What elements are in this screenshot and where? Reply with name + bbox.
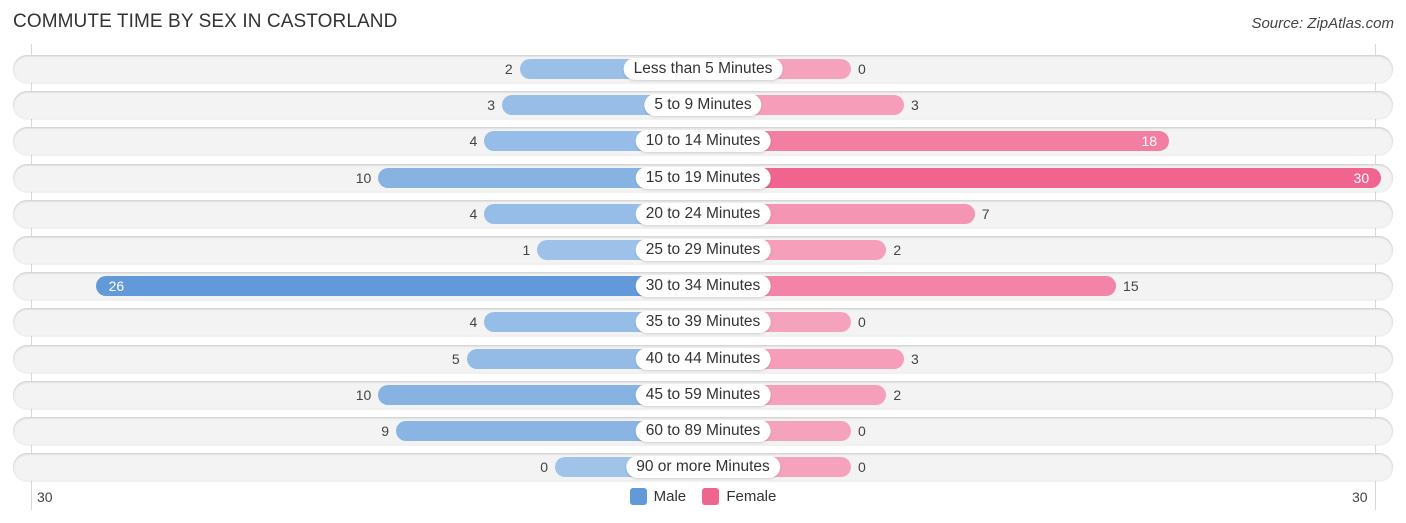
value-label-female: 2 (893, 386, 902, 403)
value-label-female: 18 (1141, 133, 1158, 150)
value-label-male: 4 (469, 314, 478, 331)
value-label-male: 0 (540, 459, 548, 476)
bar-male[interactable] (95, 276, 703, 297)
value-label-male: 2 (504, 61, 513, 77)
value-label-female: 3 (911, 97, 919, 114)
category-label: 35 to 39 Minutes (635, 311, 771, 334)
legend: Male Female (0, 488, 1406, 509)
category-label: 40 to 44 Minutes (635, 347, 771, 370)
value-label-male: 1 (522, 242, 531, 258)
category-label: 10 to 14 Minutes (635, 130, 771, 153)
value-label-male: 4 (469, 133, 478, 150)
source-label: Source: ZipAtlas.com (1251, 15, 1394, 32)
category-label: 5 to 9 Minutes (644, 94, 762, 117)
legend-label-male: Male (653, 488, 687, 505)
category-label: 60 to 89 Minutes (635, 420, 771, 442)
value-label-female: 0 (858, 459, 866, 476)
value-label-female: 0 (858, 423, 866, 439)
category-label: Less than 5 Minutes (623, 58, 783, 80)
value-label-male: 5 (451, 350, 460, 367)
category-label: 45 to 59 Minutes (635, 383, 771, 406)
value-label-male: 10 (355, 386, 372, 403)
category-label: 30 to 34 Minutes (635, 275, 771, 298)
category-label: 20 to 24 Minutes (635, 202, 771, 225)
value-label-female: 2 (893, 242, 902, 258)
legend-item-male[interactable]: Male (629, 488, 687, 505)
bar-female[interactable] (703, 131, 1170, 152)
chart-title: COMMUTE TIME BY SEX IN CASTORLAND (13, 11, 398, 32)
legend-swatch-female (702, 488, 720, 505)
value-label-male: 4 (469, 205, 478, 222)
value-label-female: 7 (981, 205, 990, 222)
legend-swatch-male (629, 488, 647, 505)
category-label: 25 to 29 Minutes (635, 239, 771, 261)
category-label: 15 to 19 Minutes (635, 166, 771, 189)
value-label-female: 0 (858, 61, 866, 77)
value-label-male: 26 (108, 278, 125, 295)
legend-item-female[interactable]: Female (702, 488, 776, 505)
category-label: 90 or more Minutes (626, 456, 780, 479)
legend-label-female: Female (726, 488, 777, 505)
value-label-female: 15 (1123, 278, 1139, 295)
bar-female[interactable] (703, 167, 1382, 188)
value-label-male: 9 (381, 423, 389, 439)
value-label-female: 0 (858, 314, 866, 331)
value-label-male: 3 (487, 97, 495, 114)
value-label-female: 3 (911, 350, 919, 367)
value-label-male: 10 (355, 169, 372, 186)
value-label-female: 30 (1353, 169, 1370, 186)
